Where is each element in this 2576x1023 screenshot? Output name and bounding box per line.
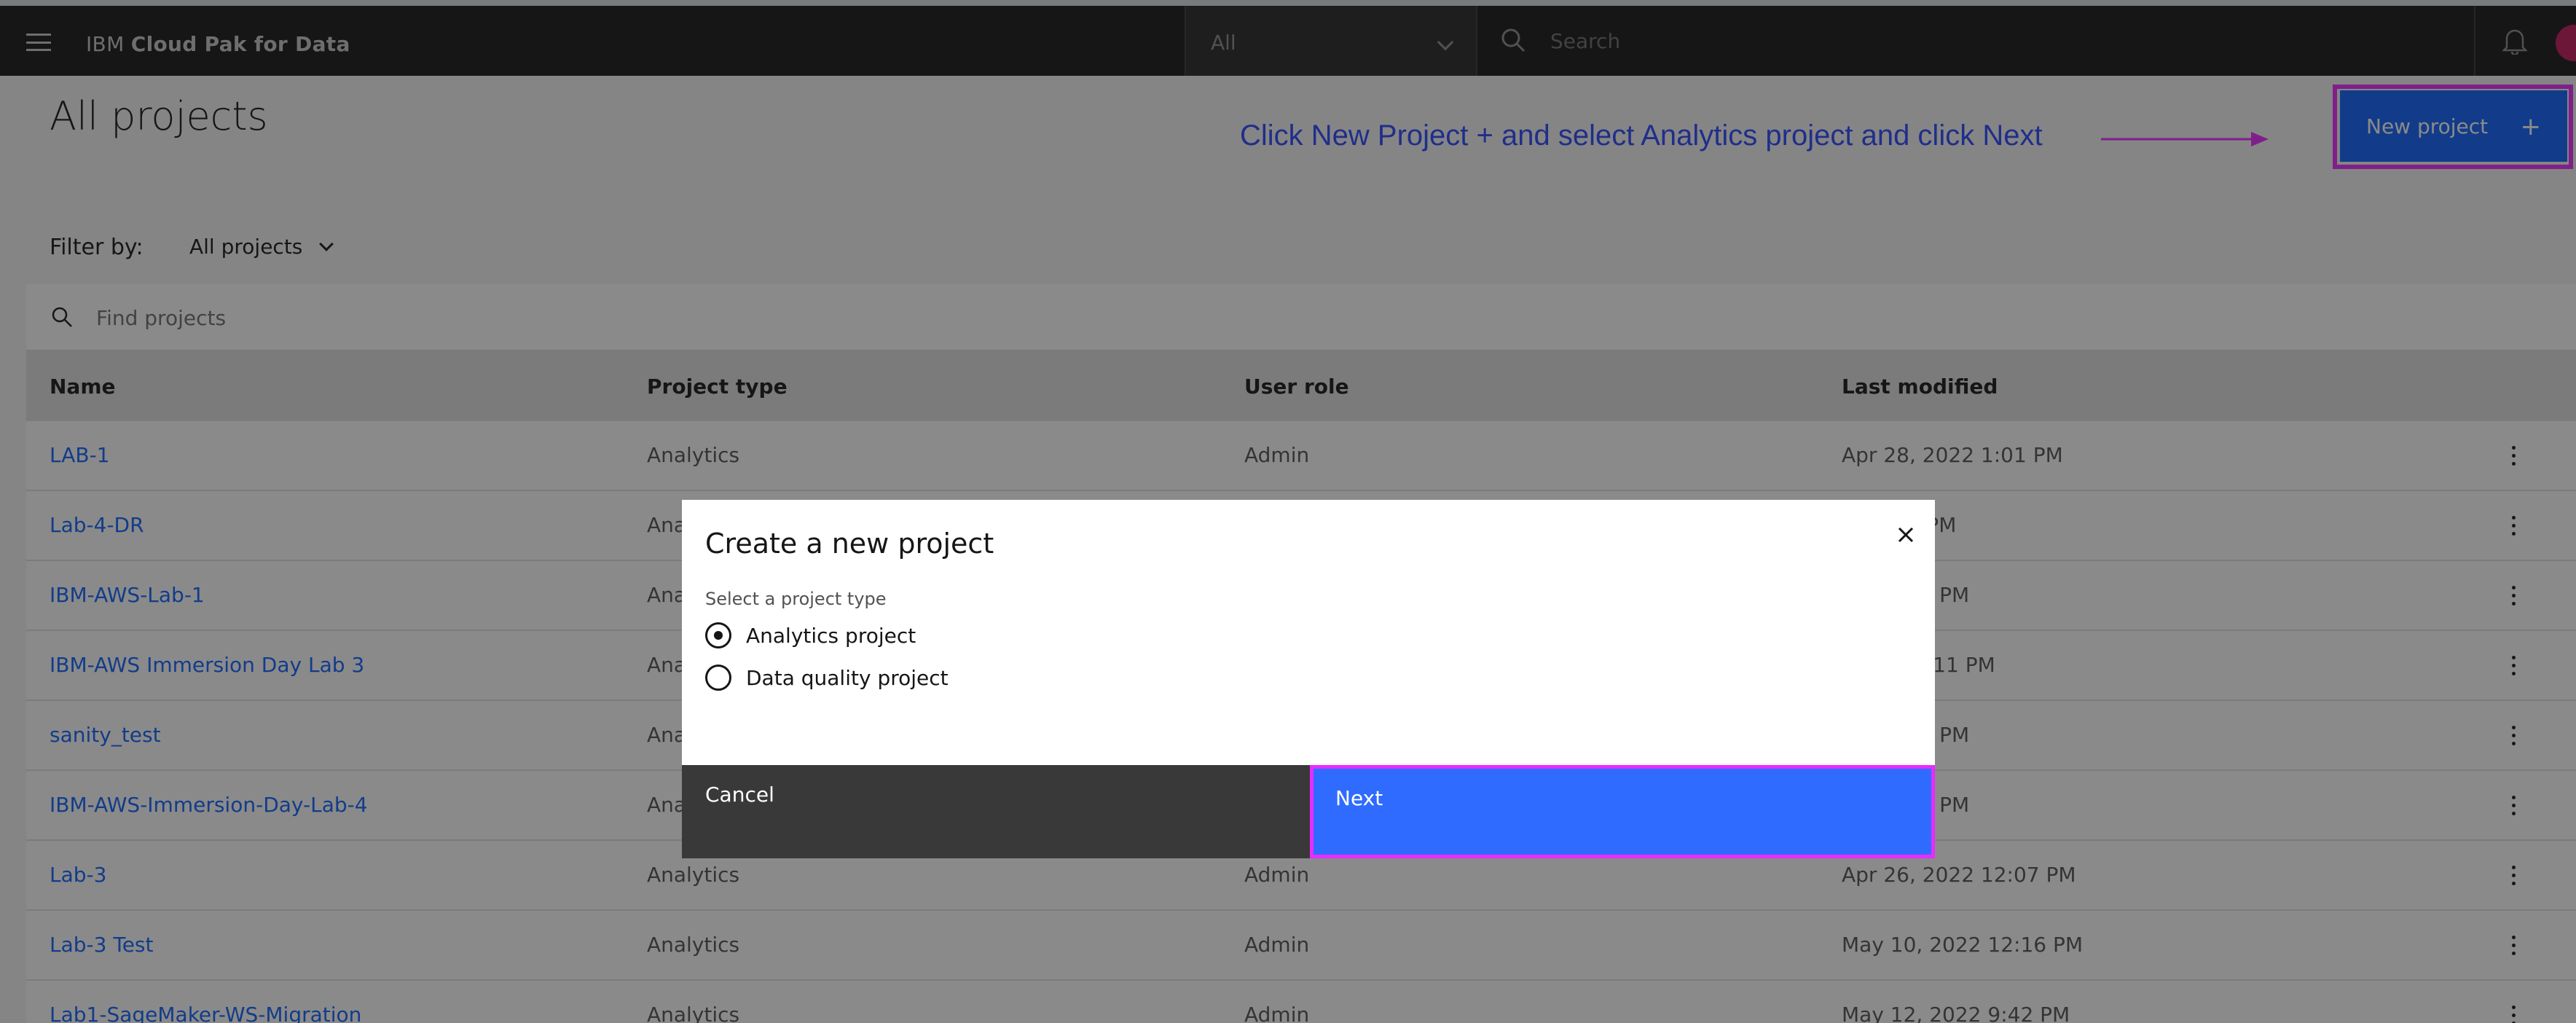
modal-subtitle: Select a project type bbox=[705, 589, 887, 609]
radio-selected-dot bbox=[714, 631, 723, 640]
radio-data-quality-project[interactable]: Data quality project bbox=[705, 662, 1142, 694]
close-icon[interactable] bbox=[1891, 520, 1920, 549]
radio-label: Data quality project bbox=[746, 666, 949, 690]
modal-title: Create a new project bbox=[705, 528, 994, 560]
radio-analytics-project[interactable]: Analytics project bbox=[705, 619, 1142, 651]
create-project-modal: Create a new project Select a project ty… bbox=[682, 500, 1935, 858]
cancel-button[interactable]: Cancel bbox=[682, 765, 1310, 858]
modal-footer: Cancel Next bbox=[682, 765, 1935, 858]
modal-overlay-top bbox=[0, 0, 2576, 76]
radio-label: Analytics project bbox=[746, 624, 916, 648]
radio-circle bbox=[705, 622, 731, 648]
radio-circle bbox=[705, 665, 731, 691]
next-button[interactable]: Next bbox=[1313, 769, 1931, 855]
